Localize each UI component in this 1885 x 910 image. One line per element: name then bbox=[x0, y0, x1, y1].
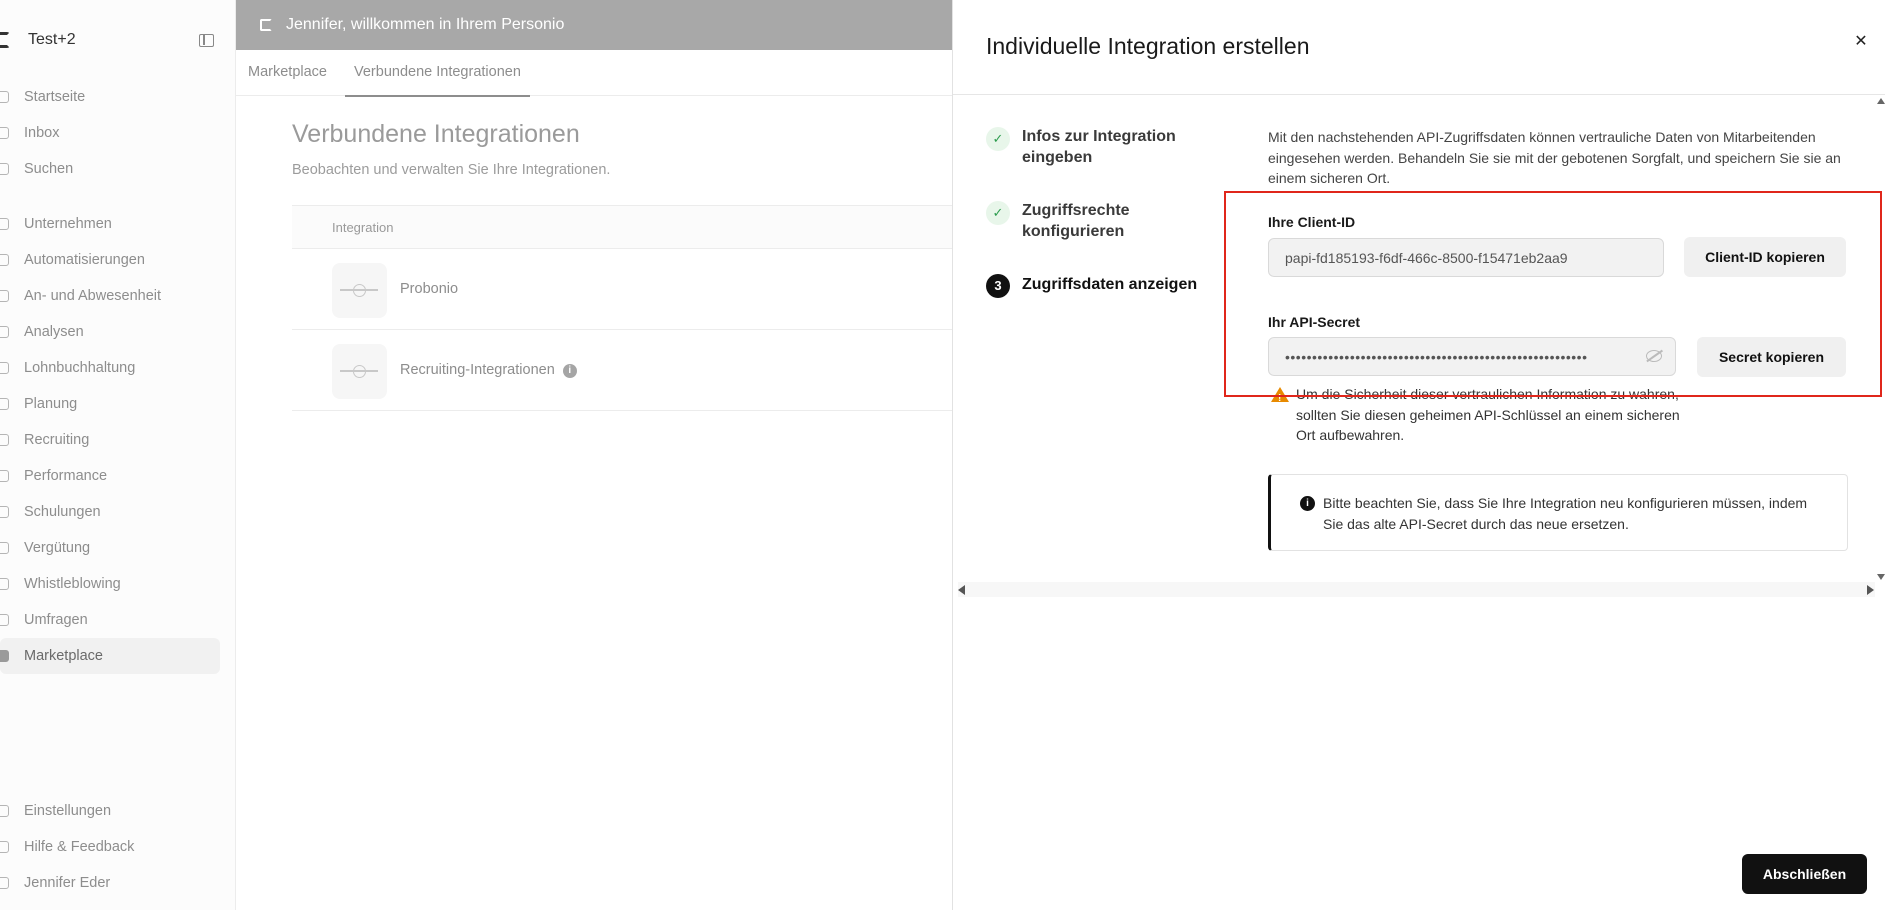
step-infos[interactable]: ✓ Infos zur Integration eingeben bbox=[986, 126, 1216, 168]
check-icon: ✓ bbox=[986, 201, 1010, 225]
step-access-data[interactable]: 3 Zugriffsdaten anzeigen bbox=[986, 274, 1216, 298]
scroll-left-icon[interactable] bbox=[958, 585, 965, 595]
check-icon: ✓ bbox=[986, 127, 1010, 151]
info-icon: i bbox=[1300, 496, 1315, 511]
home-icon bbox=[0, 91, 9, 103]
company-name[interactable]: Test+2 bbox=[28, 31, 76, 49]
table-row[interactable]: Probonio bbox=[292, 249, 952, 330]
sidebar-item-einstellungen[interactable]: Einstellungen bbox=[0, 793, 236, 829]
sidebar-item-lohnbuchhaltung[interactable]: Lohnbuchhaltung bbox=[0, 350, 236, 386]
table-row[interactable]: Recruiting-Integrationen i bbox=[292, 330, 952, 411]
info-icon[interactable]: i bbox=[562, 364, 577, 378]
company-icon bbox=[0, 218, 9, 230]
search-icon bbox=[0, 163, 9, 175]
chart-icon bbox=[0, 326, 9, 338]
integration-name: Probonio bbox=[400, 281, 459, 297]
help-icon bbox=[0, 841, 9, 853]
sidebar: Test+2 Startseite Inbox Suchen Unternehm… bbox=[0, 0, 236, 910]
info-note-text: Bitte beachten Sie, dass Sie Ihre Integr… bbox=[1323, 495, 1808, 532]
sidebar-item-unternehmen[interactable]: Unternehmen bbox=[0, 206, 236, 242]
sidebar-item-automatisierungen[interactable]: Automatisierungen bbox=[0, 242, 236, 278]
gear-icon bbox=[0, 805, 9, 817]
integrations-table: Integration Probonio Recruiting-Integrat… bbox=[292, 205, 952, 411]
compensation-icon bbox=[0, 542, 9, 554]
sidebar-item-inbox[interactable]: Inbox bbox=[0, 115, 236, 151]
sidebar-header: Test+2 bbox=[0, 26, 236, 56]
tab-connected-integrations[interactable]: Verbundene Integrationen bbox=[345, 64, 530, 97]
sidebar-item-marketplace[interactable]: Marketplace bbox=[0, 638, 220, 674]
scroll-down-icon[interactable] bbox=[1877, 574, 1885, 580]
stepper: ✓ Infos zur Integration eingeben ✓ Zugri… bbox=[986, 126, 1216, 298]
panel-header: Individuelle Integration erstellen ✕ bbox=[953, 0, 1885, 95]
integration-name-wrap: Recruiting-Integrationen i bbox=[400, 362, 577, 378]
close-button[interactable]: ✕ bbox=[1848, 29, 1874, 55]
sidebar-item-umfragen[interactable]: Umfragen bbox=[0, 602, 236, 638]
sidebar-item-abwesenheit[interactable]: An- und Abwesenheit bbox=[0, 278, 236, 314]
tab-marketplace[interactable]: Marketplace bbox=[248, 64, 327, 80]
nav-top: Startseite Inbox Suchen bbox=[0, 79, 236, 187]
welcome-banner: Jennifer, willkommen in Ihrem Personio bbox=[236, 0, 952, 50]
sidebar-item-planung[interactable]: Planung bbox=[0, 386, 236, 422]
welcome-text: Jennifer, willkommen in Ihrem Personio bbox=[286, 16, 565, 33]
training-icon bbox=[0, 506, 9, 518]
list-icon bbox=[0, 398, 9, 410]
sidebar-item-verguetung[interactable]: Vergütung bbox=[0, 530, 236, 566]
performance-icon bbox=[0, 470, 9, 482]
panel-title: Individuelle Integration erstellen bbox=[986, 33, 1310, 59]
horizontal-scrollbar[interactable] bbox=[958, 582, 1875, 597]
step-label: Zugriffsrechte konfigurieren bbox=[1022, 202, 1130, 240]
page-title: Verbundene Integrationen bbox=[292, 120, 580, 148]
scroll-up-icon[interactable] bbox=[1877, 98, 1885, 104]
personio-logo-icon bbox=[260, 19, 272, 31]
personio-logo-icon bbox=[0, 32, 10, 48]
calendar-icon bbox=[0, 290, 9, 302]
step-access-rights[interactable]: ✓ Zugriffsrechte konfigurieren bbox=[986, 200, 1216, 242]
tab-bar: Marketplace Verbundene Integrationen bbox=[236, 50, 952, 97]
payroll-icon bbox=[0, 362, 9, 374]
shield-icon bbox=[0, 578, 9, 590]
highlight-box bbox=[1224, 191, 1882, 397]
recruiting-icon bbox=[0, 434, 9, 446]
info-note: i Bitte beachten Sie, dass Sie Ihre Inte… bbox=[1268, 474, 1848, 551]
user-icon bbox=[0, 877, 9, 889]
sidebar-item-startseite[interactable]: Startseite bbox=[0, 79, 236, 115]
integration-icon bbox=[332, 344, 387, 399]
sidebar-item-analysen[interactable]: Analysen bbox=[0, 314, 236, 350]
inbox-icon bbox=[0, 127, 9, 139]
sidebar-item-recruiting[interactable]: Recruiting bbox=[0, 422, 236, 458]
intro-text: Mit den nachstehenden API-Zugriffsdaten … bbox=[1268, 129, 1841, 186]
sidebar-item-suchen[interactable]: Suchen bbox=[0, 151, 236, 187]
main-content: Jennifer, willkommen in Ihrem Personio M… bbox=[236, 0, 952, 910]
access-data-content: Mit den nachstehenden API-Zugriffsdaten … bbox=[1268, 127, 1848, 551]
sidebar-item-whistleblowing[interactable]: Whistleblowing bbox=[0, 566, 236, 602]
step-label: Zugriffsdaten anzeigen bbox=[1022, 276, 1198, 293]
sidebar-item-schulungen[interactable]: Schulungen bbox=[0, 494, 236, 530]
bolt-icon bbox=[0, 254, 9, 266]
sidebar-item-hilfe[interactable]: Hilfe & Feedback bbox=[0, 829, 236, 865]
sidebar-toggle-icon[interactable] bbox=[199, 34, 214, 47]
scroll-right-icon[interactable] bbox=[1867, 585, 1874, 595]
integration-icon bbox=[332, 263, 387, 318]
finish-button[interactable]: Abschließen bbox=[1742, 854, 1867, 894]
nav-main: Unternehmen Automatisierungen An- und Ab… bbox=[0, 206, 236, 674]
step-label: Infos zur Integration eingeben bbox=[1022, 128, 1176, 166]
table-header: Integration bbox=[292, 206, 952, 249]
step-number: 3 bbox=[986, 274, 1010, 298]
cube-icon bbox=[0, 650, 9, 662]
page-subtitle: Beobachten und verwalten Sie Ihre Integr… bbox=[292, 162, 611, 178]
nav-bottom: Einstellungen Hilfe & Feedback Jennifer … bbox=[0, 793, 236, 901]
create-integration-panel: Individuelle Integration erstellen ✕ ✓ I… bbox=[952, 0, 1885, 910]
survey-icon bbox=[0, 614, 9, 626]
integration-name: Recruiting-Integrationen bbox=[400, 362, 555, 378]
sidebar-item-performance[interactable]: Performance bbox=[0, 458, 236, 494]
sidebar-item-user[interactable]: Jennifer Eder bbox=[0, 865, 236, 901]
